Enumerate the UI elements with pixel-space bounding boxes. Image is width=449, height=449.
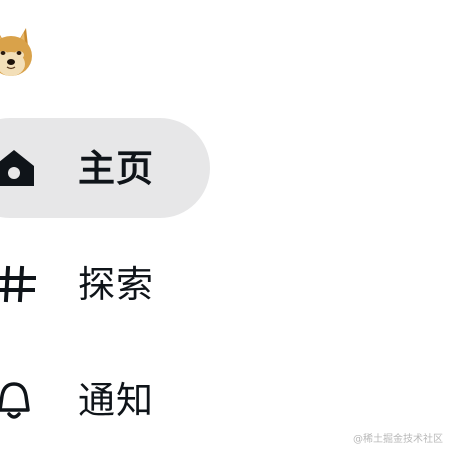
sidebar-item-explore[interactable]: 探索 xyxy=(0,234,154,334)
bell-icon xyxy=(0,382,30,419)
watermark: @稀土掘金技术社区 xyxy=(353,434,443,445)
doge-avatar[interactable] xyxy=(0,22,36,78)
sidebar-item-home[interactable]: 主页 xyxy=(0,118,210,218)
sidebar-item-label: 主页 xyxy=(78,146,154,190)
hashtag-icon xyxy=(0,265,36,303)
sidebar-item-label: 探索 xyxy=(78,262,154,306)
sidebar-item-notifications[interactable]: 通知 xyxy=(0,350,154,449)
sidebar-nav: 主页 探索 通知 @稀土掘金技术社区 xyxy=(0,0,449,449)
home-icon xyxy=(0,150,34,186)
sidebar-item-label: 通知 xyxy=(78,378,154,422)
